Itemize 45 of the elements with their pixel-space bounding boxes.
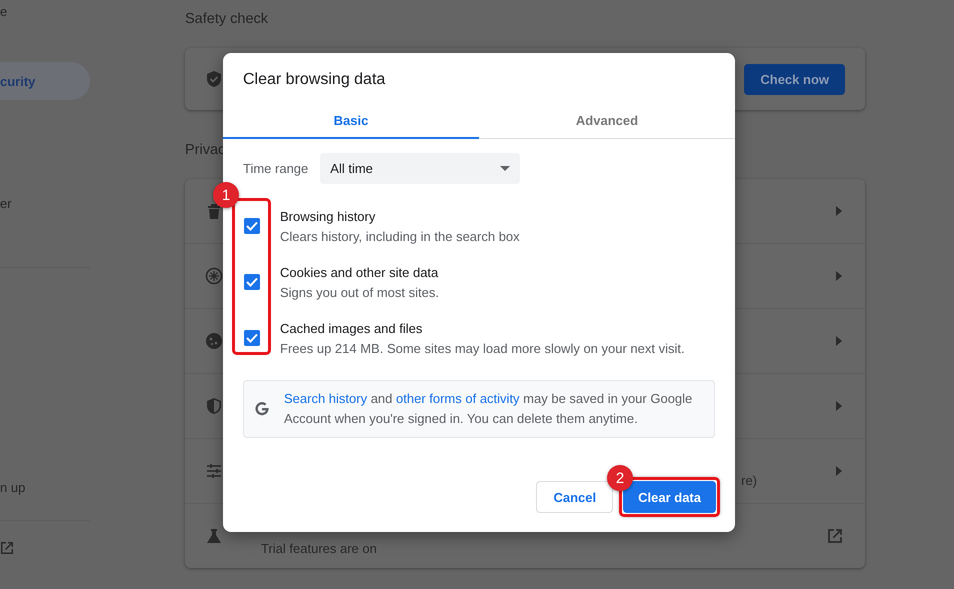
- google-icon: [254, 401, 270, 417]
- checkbox[interactable]: [244, 274, 260, 290]
- step-badge: 2: [607, 465, 633, 491]
- row-subtitle: re): [741, 472, 757, 488]
- clear-data-button[interactable]: Clear data: [623, 481, 716, 513]
- dialog-title: Clear browsing data: [243, 71, 386, 89]
- section-title: Privac: [185, 142, 226, 160]
- external-link-icon[interactable]: [0, 541, 14, 555]
- link[interactable]: other forms of activity: [396, 391, 520, 406]
- row-icon: [205, 462, 223, 480]
- checkbox[interactable]: [244, 330, 260, 346]
- sidebar-item[interactable]: e: [0, 0, 90, 30]
- check-now-button[interactable]: Check now: [744, 64, 845, 94]
- chevron-right-icon[interactable]: [835, 401, 843, 411]
- chevron-right-icon[interactable]: [835, 336, 843, 346]
- external-link-icon[interactable]: [827, 528, 843, 544]
- row-icon: [205, 267, 223, 285]
- chevron-right-icon[interactable]: [835, 271, 843, 281]
- chevron-right-icon[interactable]: [835, 206, 843, 216]
- field-label: Time range: [243, 161, 308, 176]
- row-icon: [205, 332, 223, 350]
- row-subtitle: Trial features are on: [261, 541, 378, 556]
- cancel-button[interactable]: Cancel: [536, 481, 614, 513]
- sidebar-item[interactable]: er: [0, 184, 90, 222]
- time-range-select[interactable]: All time: [320, 153, 520, 184]
- section-title: Safety check: [185, 11, 270, 29]
- checkbox[interactable]: [244, 218, 260, 234]
- option-description: Frees up 214 MB. Some sites may load more slowly on your next visit.: [280, 340, 685, 356]
- tab[interactable]: Advanced: [479, 103, 735, 139]
- chevron-right-icon[interactable]: [835, 466, 843, 476]
- row-icon: [205, 527, 223, 545]
- option-description: Signs you out of most sites.: [280, 284, 439, 300]
- option-description: Clears history, including in the search box: [280, 228, 520, 244]
- caret-icon: [500, 166, 510, 171]
- sidebar-item[interactable]: curity: [0, 62, 90, 100]
- tab[interactable]: Basic: [223, 103, 479, 139]
- shield-check-icon: [205, 70, 223, 88]
- row-icon: [205, 397, 223, 415]
- row-icon: [205, 202, 223, 220]
- info-text: Search history and other forms of activity may be saved in your Google Account when you're signed in. You can delete them anytime.: [284, 390, 694, 428]
- option-title: Cookies and other site data: [280, 264, 439, 280]
- option-title: Cached images and files: [280, 320, 424, 336]
- sidebar-item[interactable]: n up: [0, 468, 90, 506]
- option-title: Browsing history: [280, 208, 376, 224]
- link[interactable]: Search history: [284, 391, 368, 406]
